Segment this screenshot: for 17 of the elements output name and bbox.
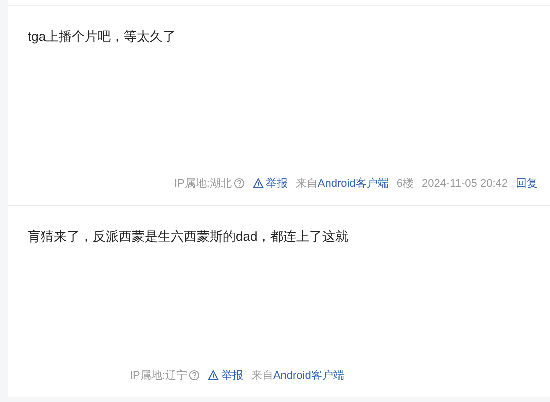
post-content: tga上播个片吧，等太久了 (28, 28, 178, 46)
report-link[interactable]: 举报 (252, 176, 288, 191)
warning-icon (208, 370, 220, 381)
help-icon[interactable] (189, 370, 200, 381)
client-link[interactable]: Android客户端 (318, 178, 389, 190)
client-link[interactable]: Android客户端 (273, 370, 344, 382)
floor-number: 6楼 (396, 177, 414, 191)
source-prefix: 来自 (296, 178, 318, 190)
post-content: 肓猜来了，反派西蒙是生六西蒙斯的dad，都连上了这就 (28, 228, 350, 246)
reply-link[interactable]: 回复 (516, 176, 538, 191)
source-prefix: 来自 (251, 370, 274, 382)
ip-location: IP属地:辽宁 (130, 368, 188, 383)
post-time: 2024-11-05 20:42 (422, 178, 508, 190)
ip-location: IP属地:湖北 (174, 177, 232, 191)
report-link[interactable]: 举报 (208, 368, 244, 383)
help-icon[interactable] (234, 178, 245, 189)
warning-icon (252, 178, 264, 189)
